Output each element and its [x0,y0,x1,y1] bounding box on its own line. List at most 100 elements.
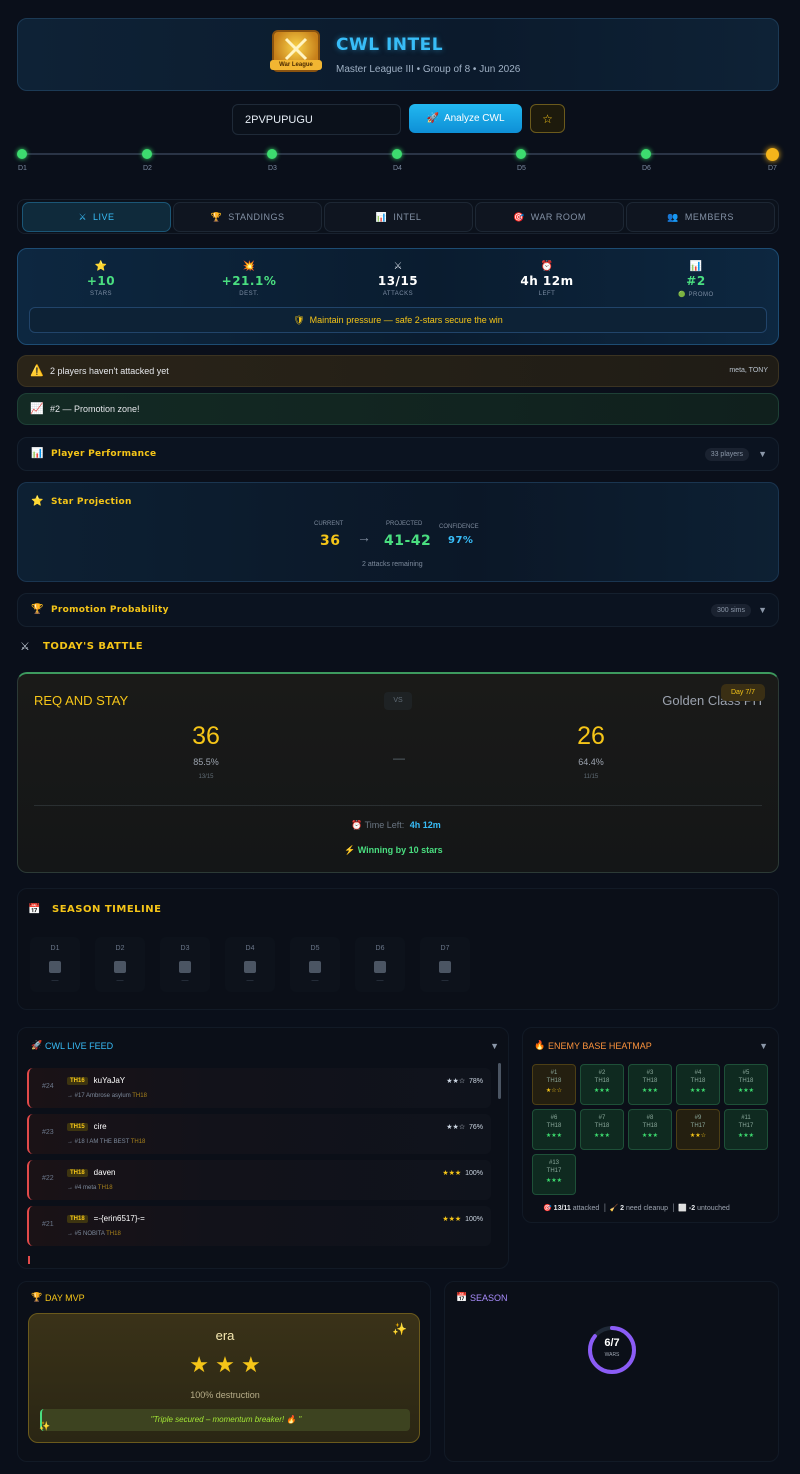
heatmap-cell[interactable]: #2 TH18 ★★★ [580,1064,624,1105]
day-dot-d6[interactable] [641,149,651,159]
tab-live[interactable]: ⚔ LIVE [22,202,171,232]
player-performance-section[interactable]: 📊 Player Performance 33 players ▼ [17,437,779,471]
favorite-button[interactable]: ☆ [530,104,565,133]
heatmap-cell[interactable]: #5 TH18 ★★★ [724,1064,768,1105]
projected-label: PROJECTED [386,521,423,527]
attack-result: ★★★ 100% [442,1169,483,1177]
base-stars: ★★★ [641,1088,659,1094]
day-badge: Day 7/7 [721,684,765,701]
day-dot-d5[interactable] [516,149,526,159]
tab-live-label: LIVE [93,212,115,222]
attack-number: #24 [42,1083,54,1090]
our-clan-name: REQ AND STAY [34,693,129,708]
day-label: D5 [517,165,526,172]
feed-scrollbar[interactable] [498,1063,501,1099]
attacks-remaining: 2 attacks remaining [362,561,423,568]
tab-standings[interactable]: 🏆 STANDINGS [173,202,322,232]
heatmap-cell[interactable]: #8 TH18 ★★★ [628,1109,672,1150]
attack-target: → #5 NOBITA TH18 [67,1231,121,1237]
attacker-name: cire [93,1122,107,1131]
tab-war-room[interactable]: 🎯 WAR ROOM [475,202,624,232]
stat-value: #2 [686,274,706,288]
heatmap-cell[interactable]: #1 TH18 ★☆☆ [532,1064,576,1105]
chart-icon: 📊 [689,261,703,272]
arrow-right-icon: → [357,529,371,545]
season-day-label: D7 [440,945,450,952]
base-stars: ★★★ [737,1088,755,1094]
day-dot-d7[interactable] [765,147,779,161]
season-day-result: — [441,977,449,984]
th-badge: TH16 [67,1076,88,1085]
cleanup-label: need cleanup [625,1205,669,1212]
season-day-d4[interactable]: D4 — [225,937,275,992]
th-badge: TH18 [67,1214,88,1223]
heatmap-cell[interactable]: #6 TH18 ★★★ [532,1109,576,1150]
clan-tag-input[interactable] [232,104,401,135]
day-label: D3 [268,165,277,172]
pending-square-icon [49,961,61,973]
trophy-icon: 🏆 [210,211,223,222]
heatmap-cell[interactable]: #4 TH18 ★★★ [676,1064,720,1105]
attack-stars: ★★☆ [446,1078,466,1085]
wars-count: 6/7 [604,1337,620,1349]
chevron-down-icon[interactable]: ▼ [759,1041,768,1051]
attack-stars: ★★☆ [446,1124,466,1131]
chevron-down-icon[interactable]: ▼ [758,449,767,459]
feed-item[interactable]: #22 TH18 daven → #4 meta TH18 ★★★ 100% [27,1160,491,1200]
day-dot-d2[interactable] [142,149,152,159]
tab-war-room-label: WAR ROOM [530,212,586,222]
base-stars: ★★★ [593,1133,611,1139]
day-label: D6 [642,165,651,172]
season-day-d7[interactable]: D7 — [420,937,470,992]
heatmap-cell[interactable]: #9 TH17 ★★☆ [676,1109,720,1150]
heatmap-cell[interactable]: #7 TH18 ★★★ [580,1109,624,1150]
season-progress-ring [588,1326,636,1374]
base-stars: ★★★ [545,1178,563,1184]
star-projection-card: ⭐ Star Projection CURRENT 36 → PROJECTED… [17,482,779,582]
pending-square-icon [309,961,321,973]
chevron-down-icon[interactable]: ▼ [490,1041,499,1051]
chevron-down-icon[interactable]: ▼ [758,605,767,615]
ring-progress [588,1326,636,1374]
star-icon: ⭐ [94,261,108,272]
stat-destruction: 💥 +21.1% DEST. [199,261,299,297]
swords-icon: ⚔ [20,641,30,653]
season-day-d3[interactable]: D3 — [160,937,210,992]
our-attacks: 13/15 [198,774,214,780]
time-left-value: 4h 12m [409,820,441,830]
feed-row-partial [28,1256,30,1264]
season-day-d5[interactable]: D5 — [290,937,340,992]
day-label: D7 [768,165,777,172]
season-day-result: — [376,977,384,984]
section-title: Star Projection [51,497,132,507]
season-day-d2[interactable]: D2 — [95,937,145,992]
attacker: TH18 =-{erin6517}-= [67,1214,145,1223]
season-day-result: — [311,977,319,984]
heatmap-cell[interactable]: #3 TH18 ★★★ [628,1064,672,1105]
season-day-d6[interactable]: D6 — [355,937,405,992]
calendar-icon: 📅 [28,904,41,915]
analyze-cwl-button[interactable]: 🚀 Analyze CWL [409,104,522,133]
explosion-icon: 💥 [242,261,256,272]
attacker-name: =-{erin6517}-= [93,1214,145,1223]
heatmap-cell[interactable]: #13 TH17 ★★★ [532,1154,576,1195]
feed-item[interactable]: #21 TH18 =-{erin6517}-= → #5 NOBITA TH18 ★★★… [27,1206,491,1246]
attacker-name: daven [93,1168,116,1177]
feed-item[interactable]: #23 TH15 cire → #18 I AM THE BEST TH18 ★★☆ 7… [27,1114,491,1154]
day-dot-d4[interactable] [392,149,402,159]
our-score: 36 85.5% 13/15 [156,722,256,780]
season-day-d1[interactable]: D1 — [30,937,80,992]
tab-members[interactable]: 👥 MEMBERS [626,202,775,232]
attack-number: #23 [42,1129,54,1136]
divider [34,805,762,806]
heatmap-cell[interactable]: #11 TH17 ★★★ [724,1109,768,1150]
target-name: → #17 Ambrose asylum [67,1093,131,1099]
day-dot-d3[interactable] [267,149,277,159]
clock-icon: ⏰ [540,261,554,272]
tab-intel[interactable]: 📊 INTEL [324,202,473,232]
season-day-result: — [51,977,59,984]
green-circle-icon: 🟢 [678,292,687,298]
feed-item[interactable]: #24 TH16 kuYaJaY → #17 Ambrose asylum TH18 ★… [27,1068,491,1108]
promotion-probability-section[interactable]: 🏆 Promotion Probability 300 sims ▼ [17,593,779,627]
day-dot-d1[interactable] [17,149,27,159]
